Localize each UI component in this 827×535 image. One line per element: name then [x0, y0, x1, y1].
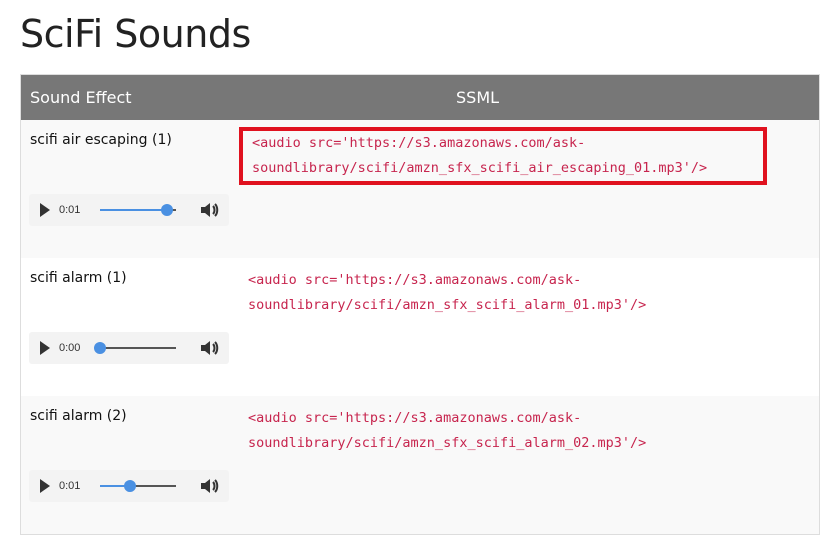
- ssml-line: <audio src='https://s3.amazonaws.com/ask…: [252, 135, 586, 151]
- ssml-code[interactable]: <audio src='https://s3.amazonaws.com/ask…: [236, 266, 762, 320]
- audio-time: 0:01: [59, 480, 81, 492]
- table-row: scifi air escaping (1) 0:01 <audio src='…: [20, 120, 820, 258]
- sounds-table: Sound Effect SSML scifi air escaping (1)…: [20, 74, 820, 535]
- page-title: SciFi Sounds: [20, 12, 251, 56]
- volume-icon[interactable]: [200, 201, 220, 219]
- ssml-line: <audio src='https://s3.amazonaws.com/ask…: [248, 410, 582, 426]
- play-icon[interactable]: [40, 479, 50, 493]
- volume-icon[interactable]: [200, 477, 220, 495]
- seek-slider[interactable]: [100, 480, 176, 492]
- table-row: scifi alarm (1) 0:00 <audio src='https:/…: [20, 258, 820, 396]
- seek-thumb[interactable]: [160, 204, 173, 216]
- seek-thumb[interactable]: [124, 480, 137, 492]
- table-header: Sound Effect SSML: [20, 74, 820, 120]
- volume-icon[interactable]: [200, 339, 220, 357]
- seek-slider[interactable]: [100, 204, 176, 216]
- seek-thumb[interactable]: [94, 342, 106, 354]
- audio-player[interactable]: 0:01: [29, 194, 229, 226]
- seek-slider[interactable]: [94, 342, 176, 354]
- sound-name: scifi alarm (2): [30, 408, 127, 424]
- audio-player[interactable]: 0:00: [29, 332, 229, 364]
- audio-player[interactable]: 0:01: [29, 470, 229, 502]
- ssml-line: soundlibrary/scifi/amzn_sfx_scifi_air_es…: [252, 160, 708, 176]
- ssml-code[interactable]: <audio src='https://s3.amazonaws.com/ask…: [239, 127, 767, 185]
- audio-time: 0:01: [59, 204, 81, 216]
- ssml-code[interactable]: <audio src='https://s3.amazonaws.com/ask…: [236, 404, 762, 458]
- ssml-line: soundlibrary/scifi/amzn_sfx_scifi_alarm_…: [248, 297, 647, 313]
- sound-name: scifi air escaping (1): [30, 132, 172, 148]
- play-icon[interactable]: [40, 203, 50, 217]
- header-sound-effect: Sound Effect: [20, 74, 230, 120]
- header-ssml: SSML: [230, 74, 820, 120]
- ssml-line: <audio src='https://s3.amazonaws.com/ask…: [248, 272, 582, 288]
- seek-fill: [100, 209, 167, 211]
- audio-time: 0:00: [59, 342, 81, 354]
- sound-name: scifi alarm (1): [30, 270, 127, 286]
- ssml-line: soundlibrary/scifi/amzn_sfx_scifi_alarm_…: [248, 435, 647, 451]
- play-icon[interactable]: [40, 341, 50, 355]
- table-row: scifi alarm (2) 0:01 <audio src='https:/…: [20, 396, 820, 534]
